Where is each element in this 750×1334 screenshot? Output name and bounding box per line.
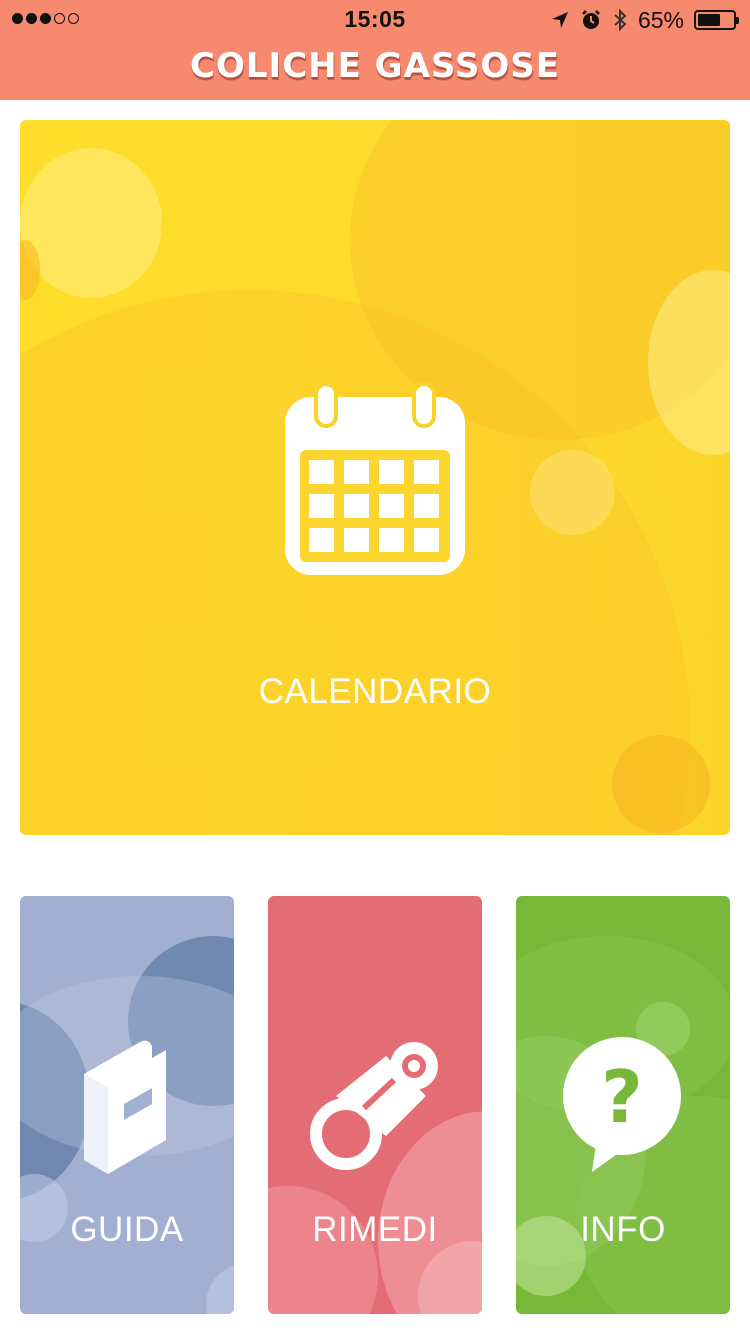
location-arrow-icon [551, 12, 568, 28]
rimedi-label: RIMEDI [312, 1210, 438, 1249]
guida-tile[interactable]: GUIDA [20, 896, 234, 1314]
app-title: COLICHE GASSOSE [190, 46, 560, 86]
book-icon [84, 1040, 166, 1174]
info-label: INFO [580, 1210, 666, 1249]
question-bubble-icon: ? [563, 1037, 681, 1172]
alarm-icon [582, 10, 600, 29]
calendar-icon [285, 382, 465, 575]
battery-icon [694, 10, 739, 30]
guida-label: GUIDA [70, 1210, 184, 1249]
battery-percent: 65% [637, 6, 684, 33]
app-header: 15:05 65% COLICHE GASSOSE [0, 0, 750, 100]
calendar-tile[interactable]: CALENDARIO [20, 120, 730, 835]
status-bar: 15:05 65% [0, 0, 750, 40]
rimedi-tile[interactable]: RIMEDI [268, 896, 482, 1314]
svg-text:?: ? [601, 1055, 643, 1139]
pacifier-icon [310, 1042, 438, 1170]
info-tile[interactable]: ? INFO [516, 896, 730, 1314]
bluetooth-icon [614, 8, 627, 32]
calendar-label: CALENDARIO [258, 672, 492, 711]
